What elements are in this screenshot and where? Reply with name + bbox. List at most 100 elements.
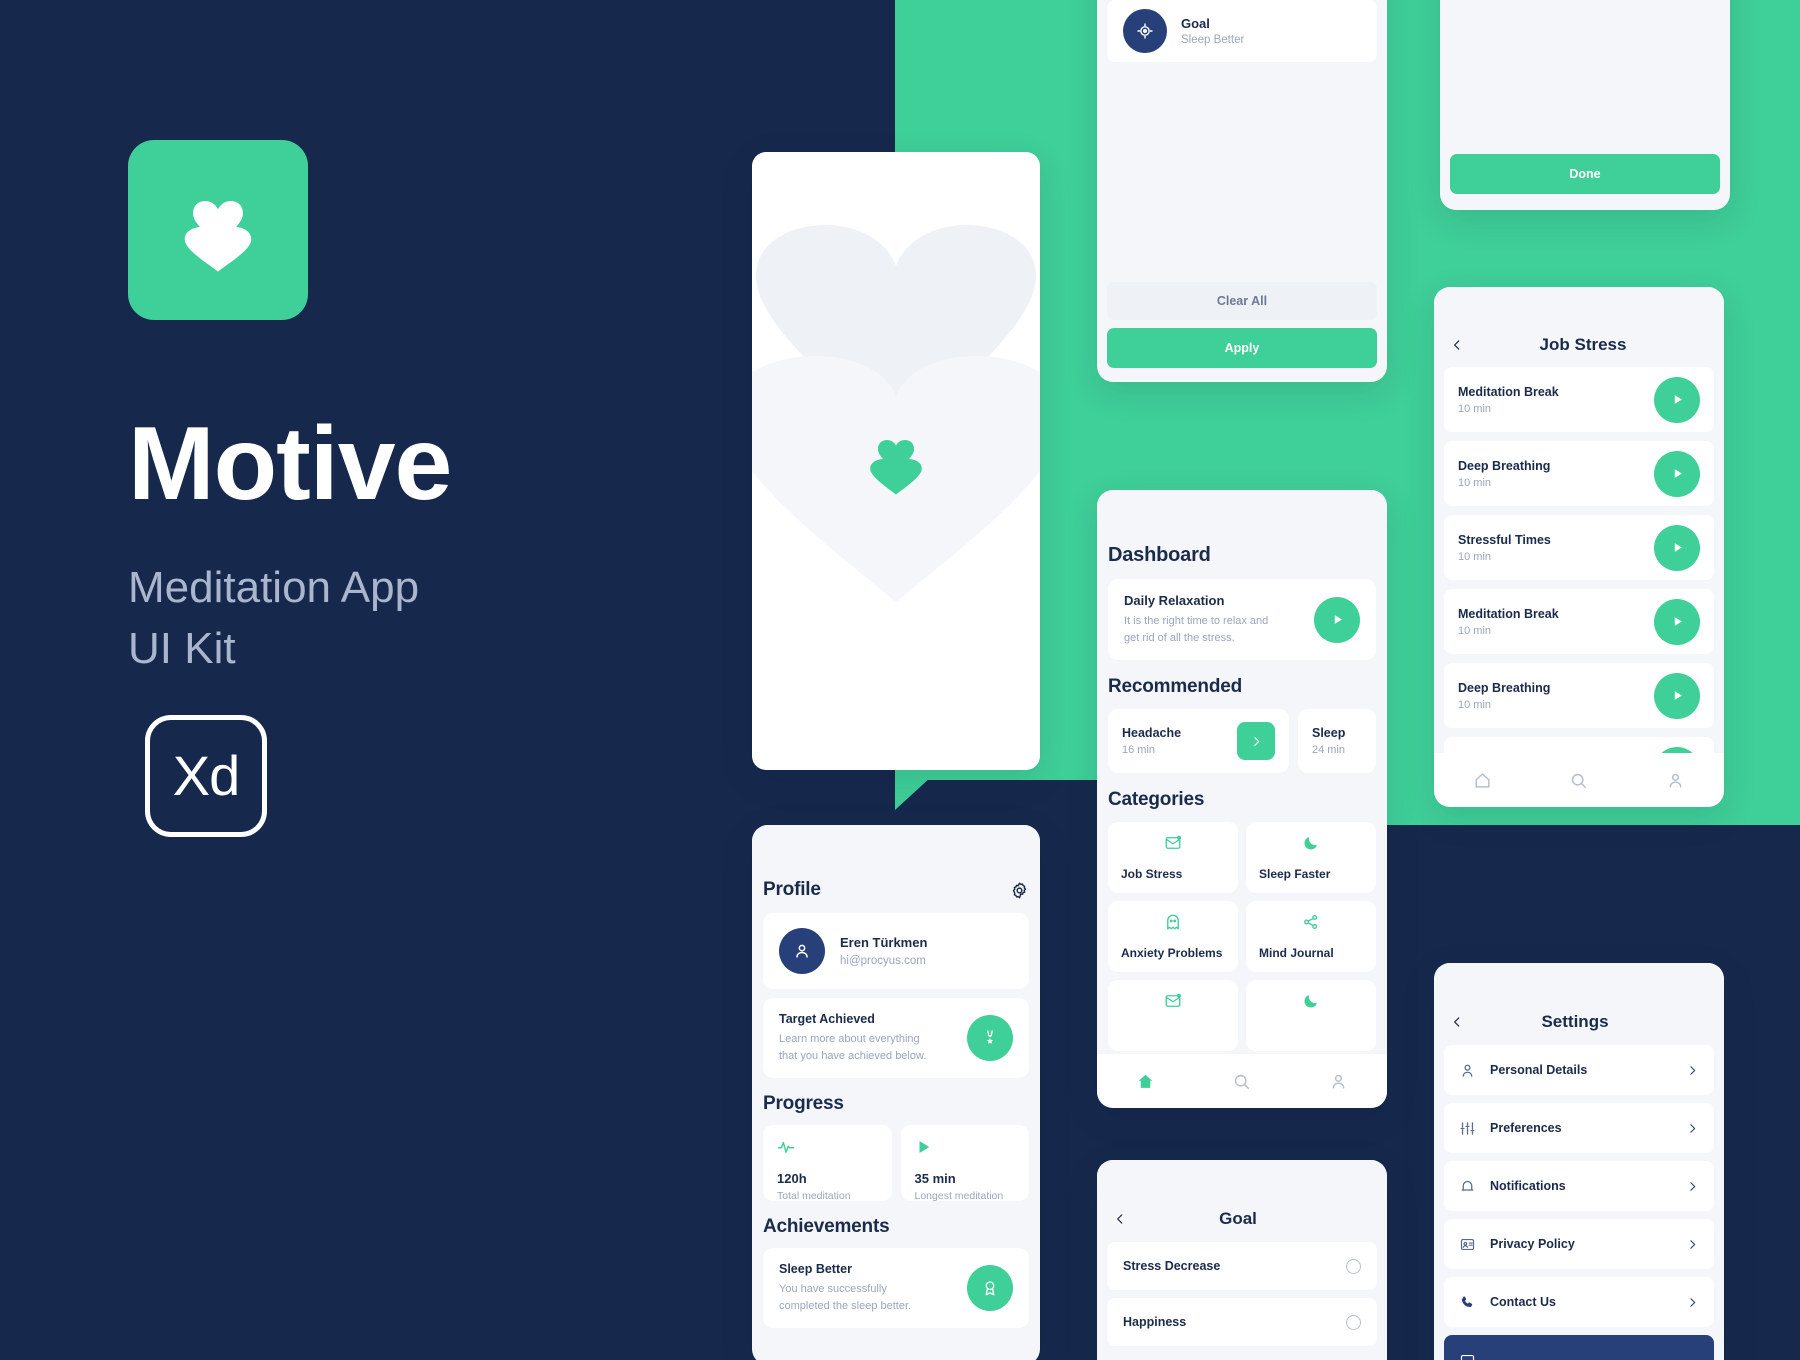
- play-icon[interactable]: [1654, 524, 1700, 571]
- brand-title: Motive: [128, 406, 452, 522]
- play-icon[interactable]: [1654, 598, 1700, 645]
- chevron-right-icon[interactable]: [1237, 722, 1275, 760]
- bottom-navigation: [1434, 753, 1724, 807]
- progress-label-0: Total meditation: [777, 1190, 851, 1202]
- progress-grid: 120h Total meditation 35 min Longest med…: [763, 1125, 1029, 1202]
- categories-title: Categories: [1108, 789, 1205, 810]
- job-stress-item-4[interactable]: Deep Breathing 10 min: [1444, 663, 1714, 728]
- job-stress-item-3[interactable]: Meditation Break 10 min: [1444, 589, 1714, 654]
- user-card[interactable]: Eren Türkmen hi@procyus.com: [763, 913, 1029, 989]
- status-bar: [1434, 963, 1724, 999]
- radio-button[interactable]: [1346, 1258, 1361, 1274]
- job-stress-item-title-0: Meditation Break: [1458, 384, 1559, 399]
- daily-relaxation-title: Daily Relaxation: [1124, 593, 1225, 608]
- settings-item-highlighted[interactable]: [1444, 1335, 1714, 1360]
- user-icon: [1459, 1062, 1476, 1079]
- gear-icon[interactable]: [1010, 881, 1029, 900]
- status-bar: [1097, 1160, 1387, 1196]
- user-icon[interactable]: [1329, 1072, 1348, 1091]
- achievement-description-0: You have successfully completed the slee…: [779, 1283, 912, 1312]
- settings-item-contact-us[interactable]: Contact Us: [1444, 1277, 1714, 1327]
- search-icon[interactable]: [1232, 1072, 1251, 1091]
- category-label-1: Sleep Faster: [1259, 867, 1331, 881]
- phone-icon: [1459, 1294, 1476, 1311]
- clear-all-button[interactable]: Clear All: [1107, 282, 1377, 320]
- chevron-left-icon[interactable]: [1450, 1015, 1464, 1029]
- job-stress-item-duration-4: 10 min: [1458, 698, 1492, 711]
- category-card-5[interactable]: [1108, 980, 1238, 1051]
- bell-icon: [1459, 1178, 1476, 1195]
- achievements-title: Achievements: [763, 1216, 890, 1237]
- user-email: hi@procyus.com: [840, 955, 926, 967]
- category-label-2: Anxiety Problems: [1121, 946, 1223, 960]
- category-label-0: Job Stress: [1121, 867, 1183, 881]
- home-icon[interactable]: [1136, 1072, 1155, 1091]
- status-bar: [752, 825, 1040, 861]
- splash-logo-icon: [853, 418, 939, 504]
- job-stress-item-duration-1: 10 min: [1458, 476, 1492, 489]
- target-achieved-card[interactable]: Target Achieved Learn more about everyth…: [763, 998, 1029, 1078]
- category-card-6[interactable]: [1246, 980, 1376, 1051]
- settings-label-0: Personal Details: [1490, 1063, 1588, 1077]
- search-icon[interactable]: [1569, 771, 1588, 790]
- category-card-anxiety-problems[interactable]: Anxiety Problems: [1108, 901, 1238, 972]
- category-card-job-stress[interactable]: Job Stress: [1108, 822, 1238, 893]
- job-stress-screen: Job Stress Meditation Break 10 min Deep …: [1434, 287, 1724, 807]
- dashboard-screen: Dashboard Daily Relaxation It is the rig…: [1097, 490, 1387, 1108]
- category-label-3: Mind Journal: [1259, 946, 1334, 960]
- settings-label-1: Preferences: [1490, 1121, 1562, 1135]
- ghost-icon: [1121, 913, 1225, 931]
- home-icon[interactable]: [1473, 771, 1492, 790]
- chevron-left-icon[interactable]: [1113, 1212, 1127, 1226]
- medal-icon: [967, 1015, 1013, 1061]
- daily-relaxation-card[interactable]: Daily Relaxation It is the right time to…: [1108, 579, 1376, 660]
- job-stress-item-2[interactable]: Stressful Times 10 min: [1444, 515, 1714, 580]
- settings-header: Settings: [1434, 999, 1724, 1045]
- recommended-card-sleep[interactable]: Sleep 24 min: [1298, 709, 1376, 773]
- play-icon[interactable]: [1654, 450, 1700, 497]
- chevron-right-icon: [1686, 1238, 1699, 1251]
- job-stress-item-title-1: Deep Breathing: [1458, 458, 1551, 473]
- goal-option-label-0: Stress Decrease: [1123, 1259, 1221, 1273]
- play-icon[interactable]: [1654, 376, 1700, 423]
- settings-label-2: Notifications: [1490, 1179, 1566, 1193]
- job-stress-item-1[interactable]: Deep Breathing 10 min: [1444, 441, 1714, 506]
- job-stress-item-duration-0: 10 min: [1458, 402, 1492, 415]
- goal-option-stress-decrease[interactable]: Stress Decrease: [1107, 1242, 1377, 1290]
- settings-item-personal-details[interactable]: Personal Details: [1444, 1045, 1714, 1095]
- job-stress-item-duration-2: 10 min: [1458, 550, 1492, 563]
- user-name: Eren Türkmen: [840, 935, 928, 950]
- goal-list-title: Goal: [1219, 1209, 1257, 1228]
- goal-option-happiness[interactable]: Happiness: [1107, 1298, 1377, 1346]
- done-button[interactable]: Done: [1450, 154, 1720, 194]
- settings-screen: Settings Personal Details Preferences No…: [1434, 963, 1724, 1360]
- chevron-right-icon: [1686, 1064, 1699, 1077]
- settings-item-preferences[interactable]: Preferences: [1444, 1103, 1714, 1153]
- settings-item-notifications[interactable]: Notifications: [1444, 1161, 1714, 1211]
- profile-header: Profile: [763, 879, 1029, 901]
- chevron-left-icon[interactable]: [1450, 338, 1464, 352]
- double-chevron-heart-logo-icon: [166, 178, 270, 282]
- category-card-mind-journal[interactable]: Mind Journal: [1246, 901, 1376, 972]
- hero-section: Motive Meditation App UI Kit Xd: [128, 140, 688, 837]
- goal-list-screen: Goal Stress Decrease Happiness: [1097, 1160, 1387, 1360]
- id-card-icon: [1459, 1352, 1476, 1360]
- brand-subtitle: Meditation App UI Kit: [128, 558, 688, 679]
- achievement-card-sleep-better[interactable]: Sleep Better You have successfully compl…: [763, 1248, 1029, 1328]
- progress-title: Progress: [763, 1093, 844, 1114]
- adobe-xd-badge-icon: Xd: [145, 715, 267, 837]
- goal-selected-row[interactable]: Goal Sleep Better: [1107, 0, 1377, 62]
- radio-button[interactable]: [1346, 1314, 1361, 1330]
- goal-row-subtitle: Sleep Better: [1181, 34, 1245, 46]
- play-icon[interactable]: [1654, 672, 1700, 719]
- play-icon[interactable]: [1314, 596, 1360, 643]
- settings-item-privacy-policy[interactable]: Privacy Policy: [1444, 1219, 1714, 1269]
- category-card-sleep-faster[interactable]: Sleep Faster: [1246, 822, 1376, 893]
- dashboard-title: Dashboard: [1108, 544, 1211, 566]
- user-icon[interactable]: [1666, 771, 1685, 790]
- goal-list-header: Goal: [1097, 1196, 1387, 1242]
- recommended-card-headache[interactable]: Headache 16 min: [1108, 709, 1289, 773]
- apply-button[interactable]: Apply: [1107, 328, 1377, 368]
- app-logo-tile: [128, 140, 308, 320]
- job-stress-item-0[interactable]: Meditation Break 10 min: [1444, 367, 1714, 432]
